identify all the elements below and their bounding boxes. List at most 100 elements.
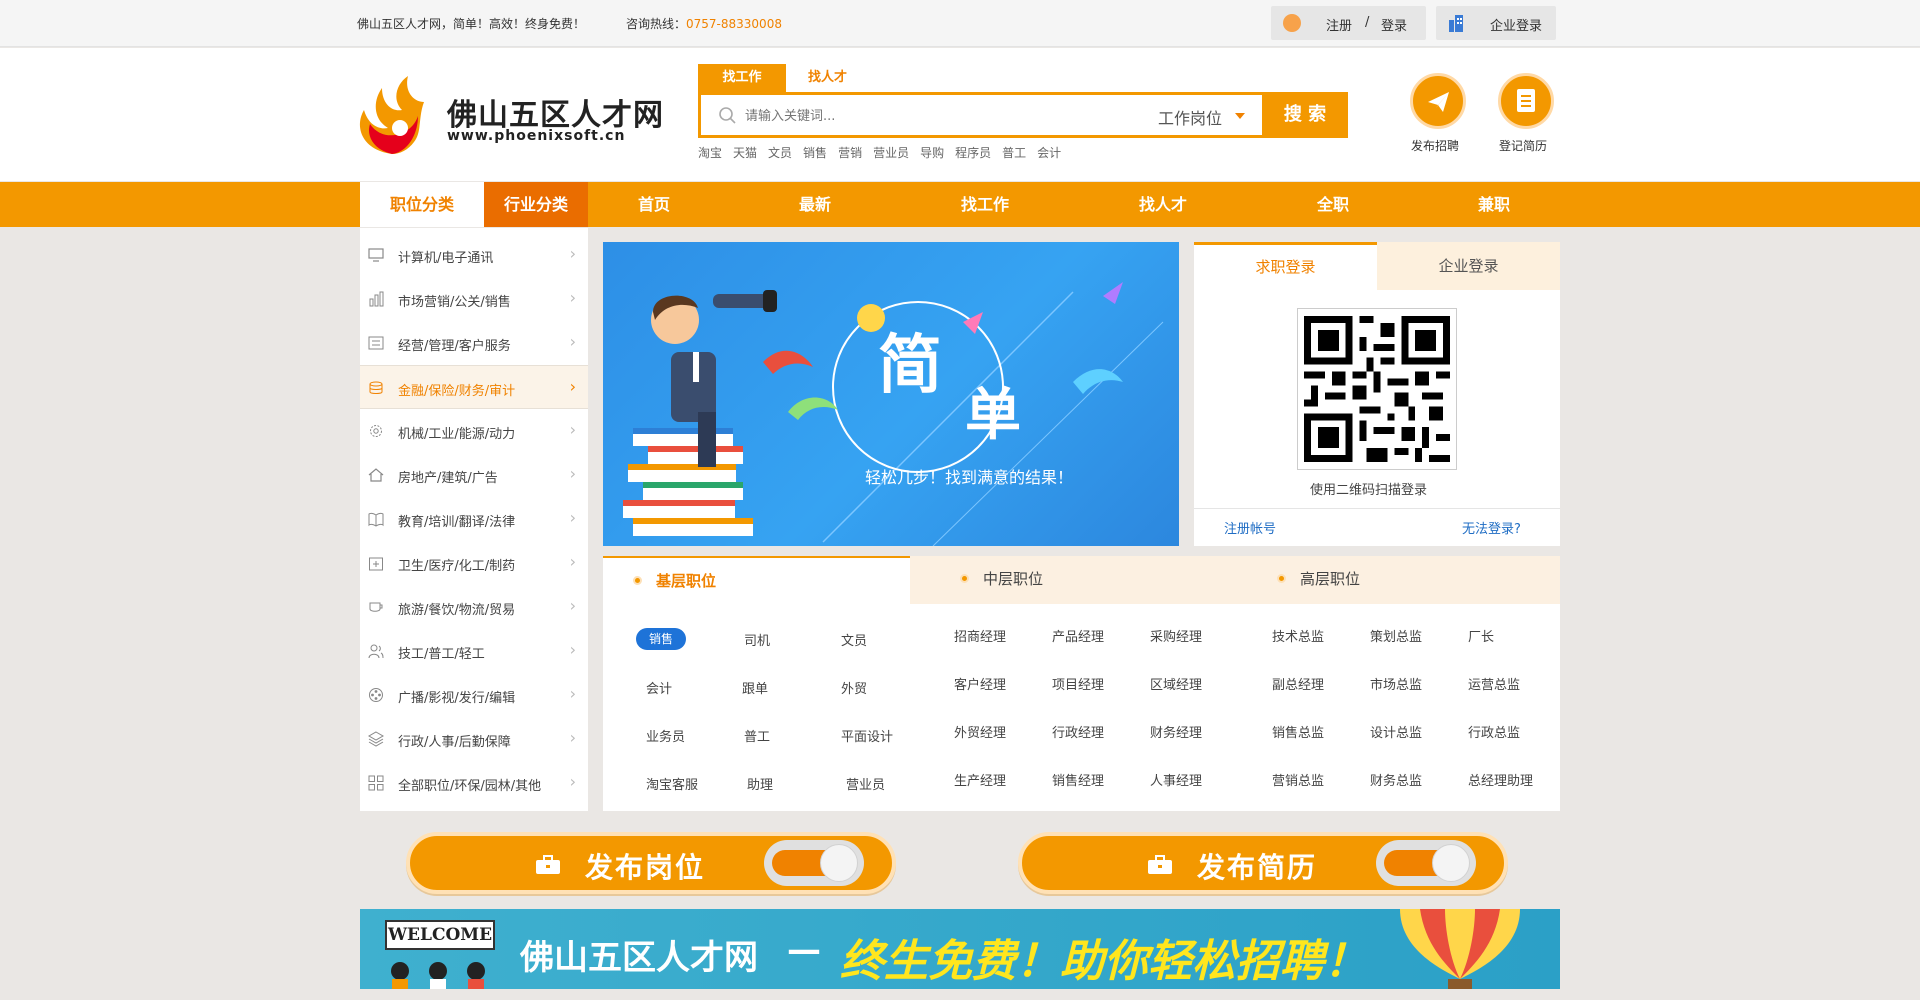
job-link[interactable]: 助理	[747, 774, 773, 793]
toggle-switch[interactable]	[764, 840, 864, 886]
job-link[interactable]: 副总经理	[1272, 674, 1324, 693]
hot-keyword[interactable]: 天猫	[733, 144, 757, 161]
category-item-computer[interactable]: 计算机/电子通讯 ›	[360, 233, 588, 277]
category-item-machinery[interactable]: 机械/工业/能源/动力 ›	[360, 409, 588, 453]
category-item-all[interactable]: 全部职位/环保/园林/其他 ›	[360, 761, 588, 805]
top-bar	[0, 0, 1920, 47]
nav-item-home[interactable]: 首页	[614, 182, 694, 227]
post-job-button[interactable]	[1410, 73, 1466, 129]
register-resume-button[interactable]	[1498, 73, 1554, 129]
job-link[interactable]: 招商经理	[954, 626, 1006, 645]
job-link[interactable]: 产品经理	[1052, 626, 1104, 645]
hot-keyword[interactable]: 程序员	[955, 144, 991, 161]
hot-keyword[interactable]: 淘宝	[698, 144, 722, 161]
tab-middle-positions[interactable]: 中层职位	[983, 568, 1043, 589]
publish-position-button[interactable]: 发布岗位	[406, 832, 896, 894]
phoenix-logo-icon[interactable]	[352, 72, 432, 157]
register-account-link[interactable]: 注册帐号	[1224, 518, 1276, 537]
job-link[interactable]: 策划总监	[1370, 626, 1422, 645]
cant-login-link[interactable]: 无法登录?	[1462, 518, 1521, 537]
job-link[interactable]: 营销总监	[1272, 770, 1324, 789]
category-item-finance[interactable]: 金融/保险/财务/审计 ›	[360, 365, 588, 409]
job-link[interactable]: 市场总监	[1370, 674, 1422, 693]
category-item-admin[interactable]: 行政/人事/后勤保障 ›	[360, 717, 588, 761]
category-item-technician[interactable]: 技工/普工/轻工 ›	[360, 629, 588, 673]
job-link[interactable]: 客户经理	[954, 674, 1006, 693]
job-link[interactable]: 运营总监	[1468, 674, 1520, 693]
nav-item-full-time[interactable]: 全职	[1293, 182, 1373, 227]
job-link[interactable]: 技术总监	[1272, 626, 1324, 645]
category-item-medical[interactable]: 卫生/医疗/化工/制药 ›	[360, 541, 588, 585]
login-link[interactable]: 登录	[1381, 15, 1407, 34]
chevron-down-icon[interactable]	[1235, 113, 1245, 119]
category-item-management[interactable]: 经营/管理/客户服务 ›	[360, 321, 588, 365]
hot-keyword[interactable]: 普工	[1002, 144, 1026, 161]
nav-item-find-talent[interactable]: 找人才	[1123, 182, 1203, 227]
job-link[interactable]: 销售总监	[1272, 722, 1324, 741]
tab-industry-category[interactable]: 行业分类	[484, 182, 588, 227]
search-type-select[interactable]: 工作岗位	[1158, 105, 1222, 129]
category-label: 机械/工业/能源/动力	[398, 427, 516, 442]
tab-job-seeker-login[interactable]: 求职登录	[1194, 242, 1377, 290]
corp-login-box[interactable]: 企业登录	[1436, 6, 1556, 40]
search-tab-find-job[interactable]: 找工作	[698, 64, 786, 92]
tab-junior-positions[interactable]: 基层职位	[603, 556, 910, 604]
register-link[interactable]: 注册	[1326, 15, 1352, 34]
category-item-realestate[interactable]: 房地产/建筑/广告 ›	[360, 453, 588, 497]
category-item-travel[interactable]: 旅游/餐饮/物流/贸易 ›	[360, 585, 588, 629]
job-link[interactable]: 采购经理	[1150, 626, 1202, 645]
toggle-switch[interactable]	[1376, 840, 1476, 886]
hot-keywords: 淘宝 天猫 文员 销售 营销 营业员 导购 程序员 普工 会计	[698, 144, 1061, 161]
chevron-right-icon: ›	[569, 464, 576, 483]
job-link[interactable]: 区域经理	[1150, 674, 1202, 693]
search-button[interactable]: 搜 索	[1262, 92, 1348, 138]
hot-keyword[interactable]: 营销	[838, 144, 862, 161]
job-link[interactable]: 行政经理	[1052, 722, 1104, 741]
hero-banner[interactable]: 简 单 轻松几步！找到满意的结果！	[603, 242, 1179, 546]
nav-item-latest[interactable]: 最新	[775, 182, 855, 227]
hot-keyword[interactable]: 导购	[920, 144, 944, 161]
search-input[interactable]	[745, 103, 1145, 129]
job-link[interactable]: 营业员	[846, 774, 885, 793]
job-link[interactable]: 总经理助理	[1468, 770, 1533, 789]
job-link[interactable]: 文员	[841, 630, 867, 649]
tab-position-category[interactable]: 职位分类	[360, 182, 484, 227]
job-link[interactable]: 行政总监	[1468, 722, 1520, 741]
search-tab-find-talent[interactable]: 找人才	[808, 64, 868, 92]
job-link[interactable]: 平面设计	[841, 726, 893, 745]
hot-keyword[interactable]: 会计	[1037, 144, 1061, 161]
post-job-label[interactable]: 发布招聘	[1411, 137, 1459, 154]
job-link[interactable]: 普工	[744, 726, 770, 745]
corp-login-link[interactable]: 企业登录	[1490, 15, 1542, 34]
category-item-education[interactable]: 教育/培训/翻译/法律 ›	[360, 497, 588, 541]
hot-keyword[interactable]: 营业员	[873, 144, 909, 161]
job-link[interactable]: 会计	[646, 678, 672, 697]
job-link-selected[interactable]: 销售	[636, 628, 686, 650]
tab-company-login[interactable]: 企业登录	[1377, 242, 1560, 290]
job-link[interactable]: 外贸	[841, 678, 867, 697]
tab-senior-positions[interactable]: 高层职位	[1300, 568, 1360, 589]
hot-keyword[interactable]: 销售	[803, 144, 827, 161]
category-item-media[interactable]: 广播/影视/发行/编辑 ›	[360, 673, 588, 717]
job-link[interactable]: 财务经理	[1150, 722, 1202, 741]
job-link[interactable]: 淘宝客服	[646, 774, 698, 793]
job-link[interactable]: 人事经理	[1150, 770, 1202, 789]
job-link[interactable]: 设计总监	[1370, 722, 1422, 741]
chevron-right-icon: ›	[569, 508, 576, 527]
job-link[interactable]: 司机	[744, 630, 770, 649]
publish-resume-button[interactable]: 发布简历	[1018, 832, 1508, 894]
job-link[interactable]: 业务员	[646, 726, 685, 745]
nav-item-find-job[interactable]: 找工作	[945, 182, 1025, 227]
job-link[interactable]: 财务总监	[1370, 770, 1422, 789]
job-link[interactable]: 项目经理	[1052, 674, 1104, 693]
job-link[interactable]: 销售经理	[1052, 770, 1104, 789]
register-resume-label[interactable]: 登记简历	[1499, 137, 1547, 154]
category-item-marketing[interactable]: 市场营销/公关/销售 ›	[360, 277, 588, 321]
nav-item-part-time[interactable]: 兼职	[1454, 182, 1534, 227]
job-link[interactable]: 厂长	[1468, 626, 1494, 645]
job-link[interactable]: 外贸经理	[954, 722, 1006, 741]
job-link[interactable]: 生产经理	[954, 770, 1006, 789]
chevron-right-icon: ›	[569, 552, 576, 571]
job-link[interactable]: 跟单	[742, 678, 768, 697]
hot-keyword[interactable]: 文员	[768, 144, 792, 161]
